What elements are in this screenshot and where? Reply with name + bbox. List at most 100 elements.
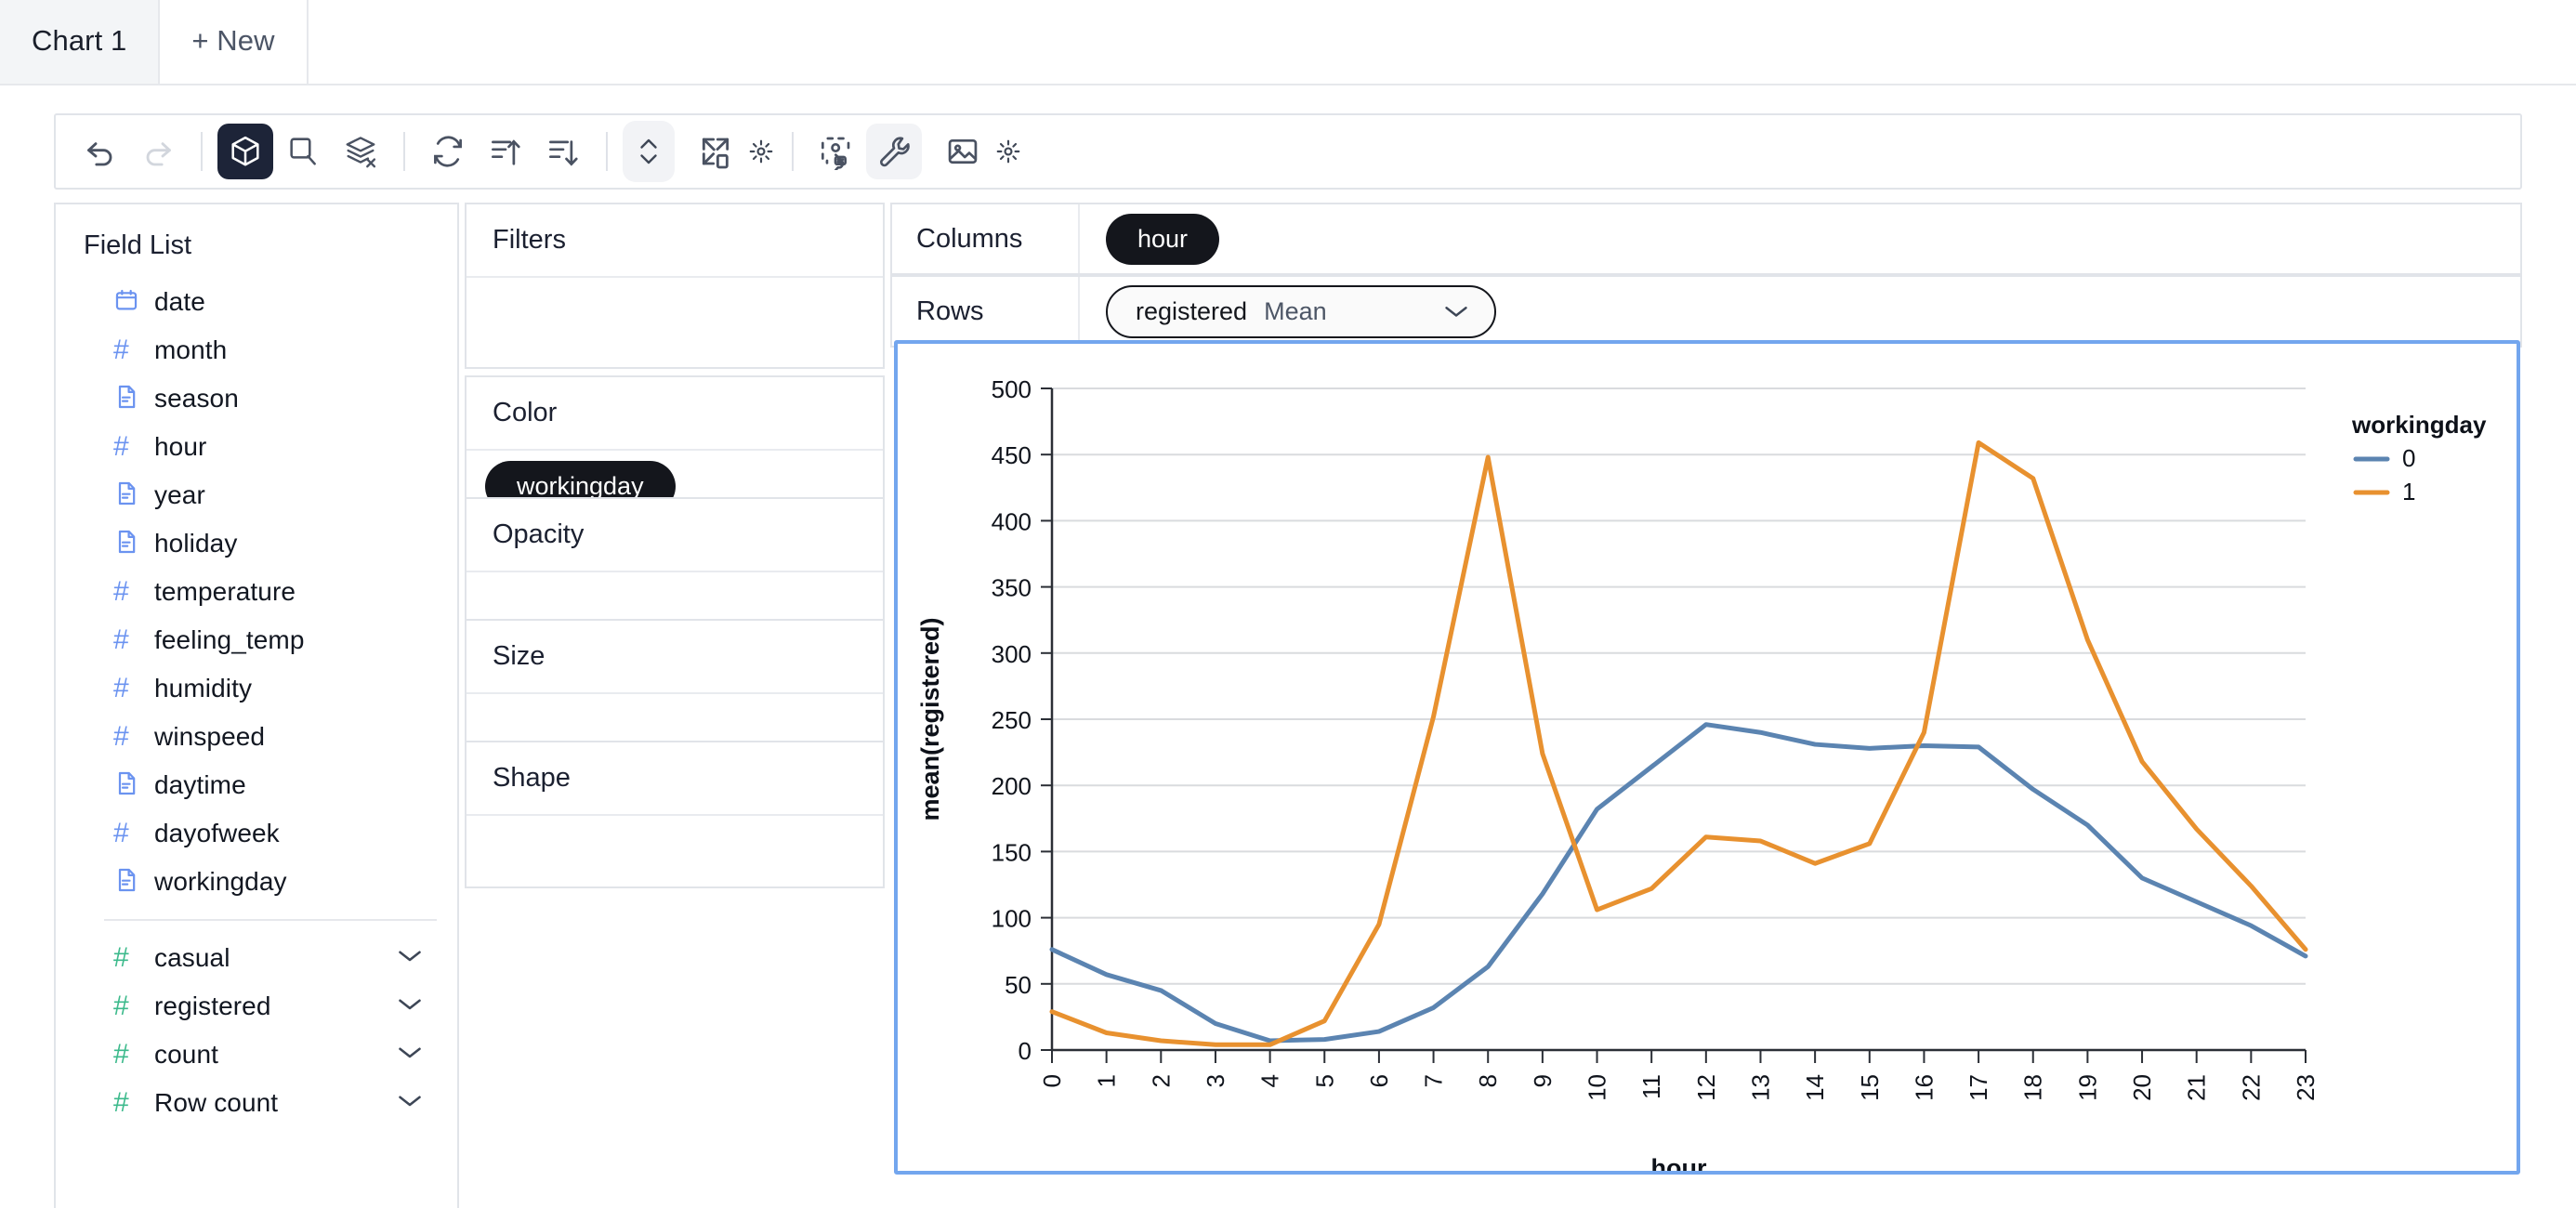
x-tick-label: 19 bbox=[2073, 1074, 2101, 1101]
toolbar-divider bbox=[201, 132, 203, 171]
field-label: casual bbox=[154, 943, 230, 972]
toolbar-divider-4 bbox=[792, 132, 794, 171]
chevron-down-icon[interactable] bbox=[396, 1092, 424, 1115]
field-item-month[interactable]: # month bbox=[56, 326, 457, 374]
rows-pill-registered[interactable]: registered Mean bbox=[1106, 284, 1496, 338]
columns-shelf: Columns hour bbox=[890, 203, 2522, 275]
field-label: workingday bbox=[154, 867, 287, 896]
tab-chart-1-label: Chart 1 bbox=[32, 24, 127, 57]
layers-off-icon[interactable] bbox=[333, 124, 388, 179]
x-tick-label: 10 bbox=[1584, 1074, 1611, 1101]
rows-shelf-dropzone[interactable]: registered Mean bbox=[1080, 277, 2520, 346]
y-tick-label: 50 bbox=[1005, 971, 1032, 999]
annotation-icon[interactable] bbox=[808, 124, 864, 179]
columns-shelf-dropzone[interactable]: hour bbox=[1080, 204, 2520, 273]
field-item-dayofweek[interactable]: # dayofweek bbox=[56, 809, 457, 858]
encoding-shape-title: Shape bbox=[467, 742, 883, 816]
field-label: winspeed bbox=[154, 722, 266, 751]
columns-shelf-label: Columns bbox=[892, 204, 1080, 273]
field-label: temperature bbox=[154, 577, 296, 606]
field-item-daytime[interactable]: daytime bbox=[56, 761, 457, 809]
x-tick-label: 18 bbox=[2019, 1074, 2047, 1101]
x-tick-label: 6 bbox=[1365, 1074, 1393, 1087]
chevron-down-icon[interactable] bbox=[1442, 302, 1470, 321]
encoding-opacity-title: Opacity bbox=[467, 499, 883, 572]
x-ticks: 0 1 2 3 4 5 6 7 8 9 10 11 12 13 14 15 16 17 18 19 20 21 22 23 bbox=[1038, 1050, 2320, 1101]
sort-asc-icon[interactable] bbox=[478, 124, 533, 179]
field-item-winspeed[interactable]: # winspeed bbox=[56, 713, 457, 761]
columns-pill-hour[interactable]: hour bbox=[1106, 213, 1220, 265]
wrench-icon[interactable] bbox=[866, 124, 922, 179]
tab-chart-1[interactable]: Chart 1 bbox=[0, 0, 161, 84]
y-tick-label: 500 bbox=[992, 375, 1032, 403]
x-tick-label: 4 bbox=[1256, 1074, 1284, 1087]
hash-icon: # bbox=[113, 818, 129, 848]
x-tick-label: 20 bbox=[2128, 1074, 2156, 1101]
y-tick-label: 400 bbox=[992, 507, 1032, 535]
image-icon[interactable] bbox=[935, 124, 991, 179]
x-tick-label: 5 bbox=[1310, 1074, 1338, 1087]
hash-icon: # bbox=[113, 335, 129, 365]
refresh-icon[interactable] bbox=[420, 124, 476, 179]
document-icon bbox=[113, 770, 139, 801]
field-item-workingday[interactable]: workingday bbox=[56, 858, 457, 906]
x-tick-label: 7 bbox=[1420, 1074, 1448, 1087]
y-gridlines: 0 50 100 150 200 250 300 350 400 450 500 bbox=[992, 375, 2306, 1065]
chevron-updown-icon[interactable] bbox=[623, 121, 675, 182]
fit-settings-icon[interactable] bbox=[745, 131, 777, 172]
measure-item-registered[interactable]: # registered bbox=[56, 982, 457, 1031]
cube-icon[interactable] bbox=[217, 124, 273, 179]
undo-icon[interactable] bbox=[72, 124, 128, 179]
chevron-down-icon[interactable] bbox=[396, 1044, 424, 1067]
tab-new-label: + New bbox=[191, 24, 275, 57]
x-axis-title: hour bbox=[1651, 1154, 1707, 1171]
chevron-down-icon[interactable] bbox=[396, 995, 424, 1018]
image-settings-icon[interactable] bbox=[992, 131, 1024, 172]
x-tick-label: 14 bbox=[1801, 1074, 1829, 1101]
hash-icon: # bbox=[113, 1087, 129, 1118]
magnifier-icon[interactable] bbox=[275, 124, 331, 179]
y-tick-label: 350 bbox=[992, 574, 1032, 602]
field-item-date[interactable]: date bbox=[56, 278, 457, 326]
document-icon bbox=[113, 529, 139, 559]
toolbar-divider-2 bbox=[403, 132, 405, 171]
measure-item-count[interactable]: # count bbox=[56, 1031, 457, 1079]
measure-list: # casual # registered # count # Row count bbox=[56, 934, 457, 1127]
hash-icon: # bbox=[113, 1039, 129, 1070]
encoding-shape-dropzone[interactable] bbox=[467, 816, 883, 886]
encoding-filters: Filters bbox=[465, 203, 885, 369]
chart-canvas[interactable]: 0 50 100 150 200 250 300 350 400 450 500 0 1 2 3 4 5 6 7 8 9… bbox=[894, 340, 2520, 1175]
measure-item-row-count[interactable]: # Row count bbox=[56, 1079, 457, 1127]
rows-pill-field: registered bbox=[1136, 296, 1248, 325]
x-tick-label: 11 bbox=[1637, 1074, 1665, 1099]
field-item-feeling-temp[interactable]: # feeling_temp bbox=[56, 616, 457, 664]
tab-new[interactable]: + New bbox=[160, 0, 309, 84]
chevron-down-icon[interactable] bbox=[396, 947, 424, 970]
document-icon bbox=[113, 480, 139, 511]
measure-item-casual[interactable]: # casual bbox=[56, 934, 457, 982]
field-item-humidity[interactable]: # humidity bbox=[56, 664, 457, 713]
sort-desc-icon[interactable] bbox=[535, 124, 591, 179]
encoding-shape: Shape bbox=[465, 741, 885, 888]
legend-label-1: 1 bbox=[2402, 478, 2415, 506]
series-line-0 bbox=[1049, 722, 2308, 1044]
field-label: year bbox=[154, 480, 205, 509]
field-item-hour[interactable]: # hour bbox=[56, 423, 457, 471]
hash-icon: # bbox=[113, 673, 129, 703]
y-axis-title: mean(registered) bbox=[916, 617, 944, 821]
field-item-season[interactable]: season bbox=[56, 374, 457, 423]
encoding-filters-dropzone[interactable] bbox=[467, 278, 883, 367]
field-label: count bbox=[154, 1040, 218, 1069]
field-item-year[interactable]: year bbox=[56, 471, 457, 519]
field-item-temperature[interactable]: # temperature bbox=[56, 568, 457, 616]
fit-screen-icon[interactable] bbox=[688, 124, 743, 179]
dimension-list: date # month season # hour year holiday # tempera… bbox=[56, 270, 457, 906]
field-label: holiday bbox=[154, 529, 238, 558]
x-tick-label: 17 bbox=[1965, 1074, 1992, 1101]
redo-icon[interactable] bbox=[130, 124, 186, 179]
rows-shelf-label: Rows bbox=[892, 277, 1080, 346]
field-label: registered bbox=[154, 991, 271, 1020]
y-tick-label: 200 bbox=[992, 772, 1032, 800]
field-item-holiday[interactable]: holiday bbox=[56, 519, 457, 568]
field-label: Row count bbox=[154, 1088, 279, 1117]
